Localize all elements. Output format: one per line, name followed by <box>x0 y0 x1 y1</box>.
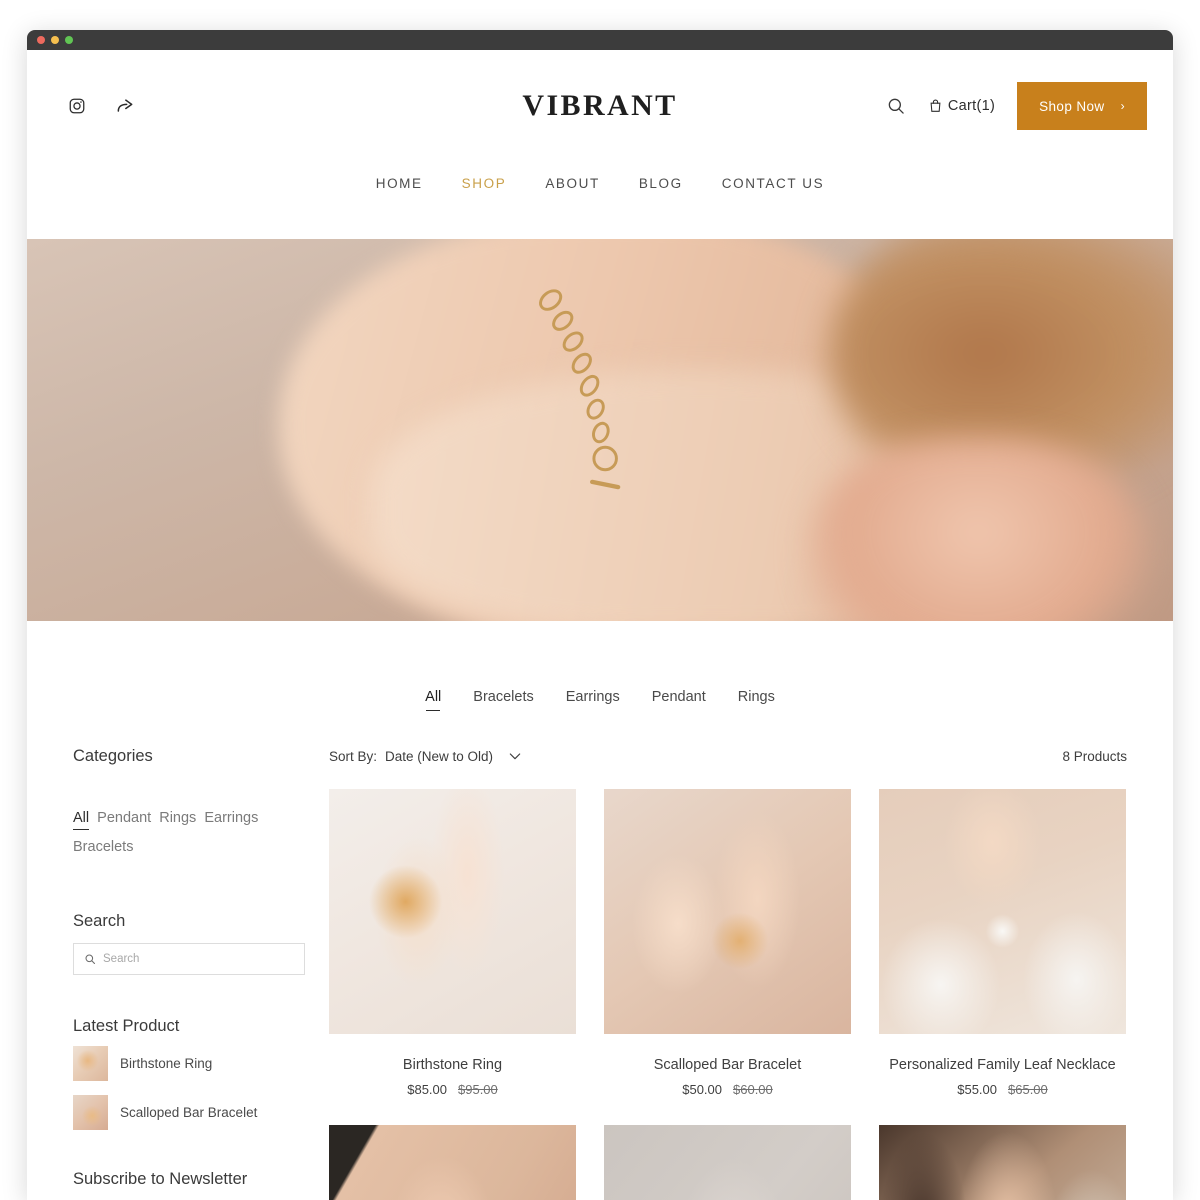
products-column: Sort By: Date (New to Old) 8 Products Bi… <box>329 739 1153 1200</box>
product-title: Scalloped Bar Bracelet <box>653 1057 802 1073</box>
search-icon[interactable] <box>886 96 906 116</box>
product-card[interactable]: Scalloped Bar Bracelet $50.00 $60.00 <box>604 789 851 1097</box>
search-heading: Search <box>73 912 126 930</box>
header-social-links <box>67 96 135 116</box>
instagram-icon[interactable] <box>67 96 87 116</box>
ring-thumb-image <box>73 1046 108 1081</box>
main-navigation: HOME SHOP ABOUT BLOG CONTACT US <box>27 162 1173 239</box>
filter-tab-rings[interactable]: Rings <box>738 689 775 711</box>
sort-bar: Sort By: Date (New to Old) 8 Products <box>329 739 1153 773</box>
product-card[interactable] <box>879 1125 1126 1200</box>
categories-widget: Categories All Pendant Rings Earrings Br… <box>73 747 305 862</box>
category-list: All Pendant Rings Earrings Bracelets <box>73 804 305 862</box>
product-card[interactable] <box>329 1125 576 1200</box>
latest-product-item[interactable]: Scalloped Bar Bracelet <box>73 1095 305 1130</box>
product-old-price: $95.00 <box>458 1082 498 1097</box>
shop-now-label: Shop Now <box>1039 98 1105 114</box>
category-link-rings[interactable]: Rings <box>159 810 196 826</box>
filter-tab-pendant[interactable]: Pendant <box>652 689 706 711</box>
shop-body: Categories All Pendant Rings Earrings Br… <box>27 739 1173 1200</box>
browser-window: VIBRANT Cart(1) Shop Now › HOME SHOP ABO… <box>27 30 1173 1200</box>
product-card[interactable]: Birthstone Ring $85.00 $95.00 <box>329 789 576 1097</box>
nav-item-blog[interactable]: BLOG <box>639 176 683 191</box>
product-card[interactable] <box>604 1125 851 1200</box>
cart-icon <box>930 99 941 112</box>
filter-tab-all[interactable]: All <box>425 689 441 711</box>
newsletter-heading: Subscribe to Newsletter <box>73 1170 248 1188</box>
product-image[interactable] <box>329 789 576 1034</box>
product-old-price: $65.00 <box>1008 1082 1048 1097</box>
bracelet-thumb-image <box>73 1095 108 1130</box>
product-price: $50.00 <box>682 1082 722 1097</box>
product-image[interactable] <box>329 1125 576 1200</box>
product-image[interactable] <box>604 1125 851 1200</box>
nav-item-about[interactable]: ABOUT <box>545 176 600 191</box>
site-header: VIBRANT Cart(1) Shop Now › HOME SHOP ABO… <box>27 50 1173 239</box>
chevron-down-icon[interactable] <box>507 748 523 764</box>
category-link-earrings[interactable]: Earrings <box>204 810 258 826</box>
product-prices: $55.00 $65.00 <box>879 1082 1126 1097</box>
sort-by-label: Sort By: <box>329 748 378 764</box>
window-maximize-button[interactable] <box>65 36 73 44</box>
cart-label: Cart(1) <box>947 98 996 114</box>
search-widget: Search <box>73 912 305 975</box>
shop-sidebar: Categories All Pendant Rings Earrings Br… <box>73 739 305 1200</box>
product-image[interactable] <box>604 789 851 1034</box>
browser-titlebar <box>27 30 1173 50</box>
sidebar-search-box[interactable] <box>73 943 305 975</box>
product-old-price: $60.00 <box>733 1082 773 1097</box>
product-image[interactable] <box>879 789 1126 1034</box>
page-viewport: VIBRANT Cart(1) Shop Now › HOME SHOP ABO… <box>27 50 1173 1200</box>
nav-item-home[interactable]: HOME <box>376 176 423 191</box>
product-info: Personalized Family Leaf Necklace $55.00… <box>879 1034 1126 1097</box>
share-icon[interactable] <box>115 96 135 116</box>
product-price: $55.00 <box>957 1082 997 1097</box>
product-info: Birthstone Ring $85.00 $95.00 <box>329 1034 576 1097</box>
window-close-button[interactable] <box>37 36 45 44</box>
hero-banner <box>27 239 1173 621</box>
nav-item-shop[interactable]: SHOP <box>462 176 507 191</box>
latest-product-heading: Latest Product <box>73 1017 180 1035</box>
latest-product-title: Birthstone Ring <box>120 1056 213 1071</box>
search-icon <box>85 954 96 965</box>
filter-tab-bracelets[interactable]: Bracelets <box>473 689 533 711</box>
product-image[interactable] <box>879 1125 1126 1200</box>
category-link-all[interactable]: All <box>73 810 90 830</box>
product-title: Personalized Family Leaf Necklace <box>889 1057 1116 1073</box>
nav-item-contact-us[interactable]: CONTACT US <box>722 176 825 191</box>
product-filter-tabs: All Bracelets Earrings Pendant Rings <box>27 689 1173 721</box>
search-input[interactable] <box>103 953 294 965</box>
product-prices: $85.00 $95.00 <box>329 1082 576 1097</box>
sort-by-value[interactable]: Date (New to Old) <box>385 749 493 764</box>
shop-now-button[interactable]: Shop Now › <box>1017 82 1147 130</box>
latest-product-title: Scalloped Bar Bracelet <box>120 1105 258 1120</box>
newsletter-widget: Subscribe to Newsletter <box>73 1170 305 1200</box>
header-actions: Cart(1) Shop Now › <box>886 82 1147 130</box>
product-price: $85.00 <box>407 1082 447 1097</box>
window-minimize-button[interactable] <box>51 36 59 44</box>
latest-product-item[interactable]: Birthstone Ring <box>73 1046 305 1081</box>
latest-product-widget: Latest Product Birthstone Ring Scalloped… <box>73 1017 305 1130</box>
cart-link[interactable]: Cart(1) <box>928 98 995 114</box>
product-title: Birthstone Ring <box>402 1057 503 1073</box>
categories-heading: Categories <box>73 747 153 765</box>
latest-product-thumbnail <box>73 1095 108 1130</box>
filter-tab-earrings[interactable]: Earrings <box>566 689 620 711</box>
shop-section: All Bracelets Earrings Pendant Rings Cat… <box>27 621 1173 1200</box>
product-prices: $50.00 $60.00 <box>604 1082 851 1097</box>
chevron-right-icon: › <box>1120 99 1125 113</box>
latest-product-thumbnail <box>73 1046 108 1081</box>
category-link-bracelets[interactable]: Bracelets <box>73 839 133 855</box>
product-grid: Birthstone Ring $85.00 $95.00 Scalloped … <box>329 789 1153 1200</box>
header-top-row: VIBRANT Cart(1) Shop Now › <box>27 50 1173 162</box>
category-link-pendant[interactable]: Pendant <box>97 810 151 826</box>
product-info: Scalloped Bar Bracelet $50.00 $60.00 <box>604 1034 851 1097</box>
product-count: 8 Products <box>1062 748 1127 764</box>
product-card[interactable]: Personalized Family Leaf Necklace $55.00… <box>879 789 1126 1097</box>
